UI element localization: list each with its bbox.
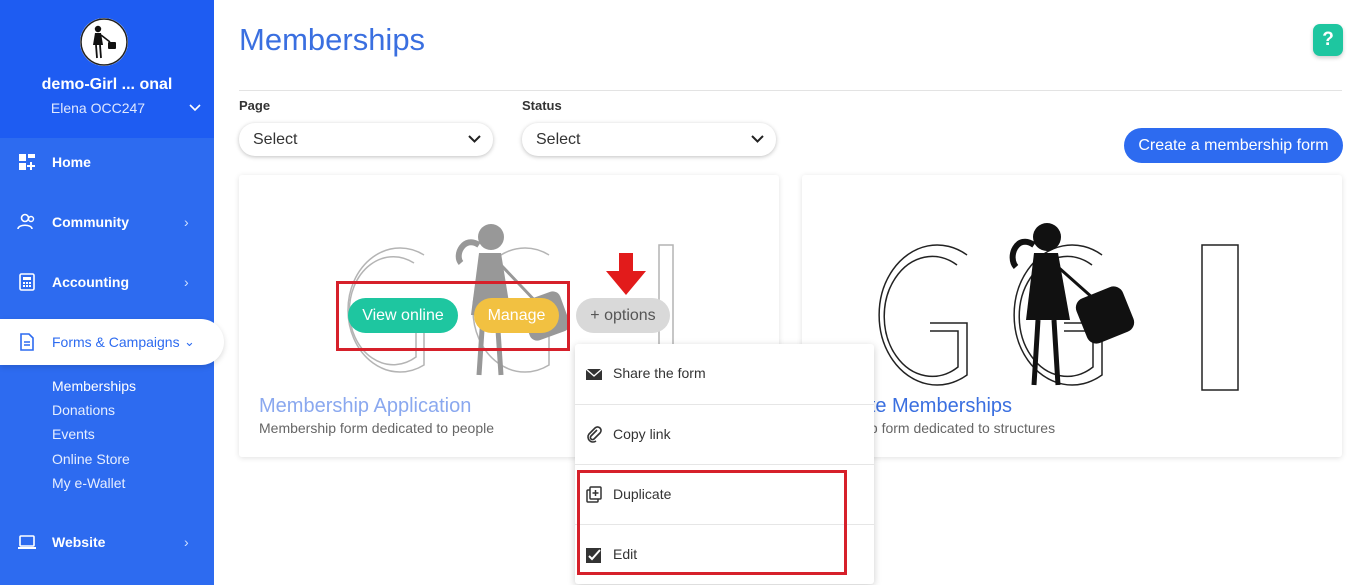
highlight-box [336, 281, 570, 351]
card-description: Membership form dedicated to people [259, 420, 495, 436]
chevron-down-icon[interactable] [188, 101, 202, 115]
page-select[interactable]: Select [239, 123, 493, 156]
divider [239, 90, 1342, 91]
paperclip-icon [587, 426, 602, 443]
chevron-down-icon [468, 135, 481, 143]
card-description: ship form dedicated to structures [852, 420, 1056, 436]
menu-item-share-label: Share the form [613, 365, 706, 381]
menu-item-share[interactable]: Share the form [575, 344, 874, 403]
nav-accounting-label: Accounting [52, 274, 129, 290]
help-button[interactable]: ? [1313, 24, 1343, 56]
highlight-box [577, 470, 847, 575]
nav-community-label: Community [52, 214, 129, 230]
users-icon [17, 213, 35, 230]
dashboard-icon [19, 154, 35, 170]
nav-website-label: Website [52, 534, 106, 550]
sub-events[interactable]: Events [52, 426, 95, 442]
chevron-right-icon: › [184, 534, 189, 550]
document-icon [20, 333, 34, 351]
nav-community[interactable]: Community › [0, 199, 214, 245]
status-select[interactable]: Select [522, 123, 776, 156]
page-title: Memberships [239, 22, 426, 57]
laptop-icon [18, 535, 36, 549]
arrow-down-icon [606, 253, 646, 295]
card-title[interactable]: Membership Application [259, 395, 471, 418]
nav-home-label: Home [52, 154, 91, 170]
sidebar: demo-Girl ... onal Elena OCC247 Home Com… [0, 0, 224, 585]
org-name: demo-Girl ... onal [41, 76, 173, 93]
chevron-right-icon: › [184, 274, 189, 290]
sub-donations[interactable]: Donations [52, 402, 115, 418]
menu-item-copy-label: Copy link [613, 426, 671, 442]
nav-home[interactable]: Home [0, 139, 214, 185]
menu-item-copy-link[interactable]: Copy link [575, 404, 874, 463]
options-button[interactable]: + options [576, 298, 670, 333]
sub-memberships[interactable]: Memberships [52, 378, 136, 394]
membership-card[interactable]: rate Memberships ship form dedicated to … [802, 175, 1342, 457]
status-filter-label: Status [522, 98, 562, 113]
card-title[interactable]: rate Memberships [852, 395, 1012, 418]
calculator-icon [19, 273, 35, 291]
chevron-down-icon: ⌄ [184, 334, 195, 349]
nav-forms-campaigns[interactable]: Forms & Campaigns ⌄ [0, 319, 224, 365]
user-name[interactable]: Elena OCC247 [0, 100, 196, 116]
envelope-icon [585, 368, 603, 380]
create-membership-form-button[interactable]: Create a membership form [1124, 128, 1343, 163]
org-logo[interactable] [80, 18, 128, 66]
sidebar-header: demo-Girl ... onal Elena OCC247 [0, 0, 214, 138]
nav-forms-label: Forms & Campaigns [52, 334, 180, 350]
sub-online-store[interactable]: Online Store [52, 451, 130, 467]
chevron-right-icon: › [184, 214, 189, 230]
page-filter-label: Page [239, 98, 271, 113]
sub-ewallet[interactable]: My e-Wallet [52, 475, 125, 491]
status-select-value: Select [536, 131, 581, 148]
page-select-value: Select [253, 131, 298, 148]
chevron-down-icon [751, 135, 764, 143]
nav-accounting[interactable]: Accounting › [0, 259, 214, 305]
ggi-logo-image [878, 223, 1239, 391]
nav-website[interactable]: Website › [0, 519, 214, 565]
